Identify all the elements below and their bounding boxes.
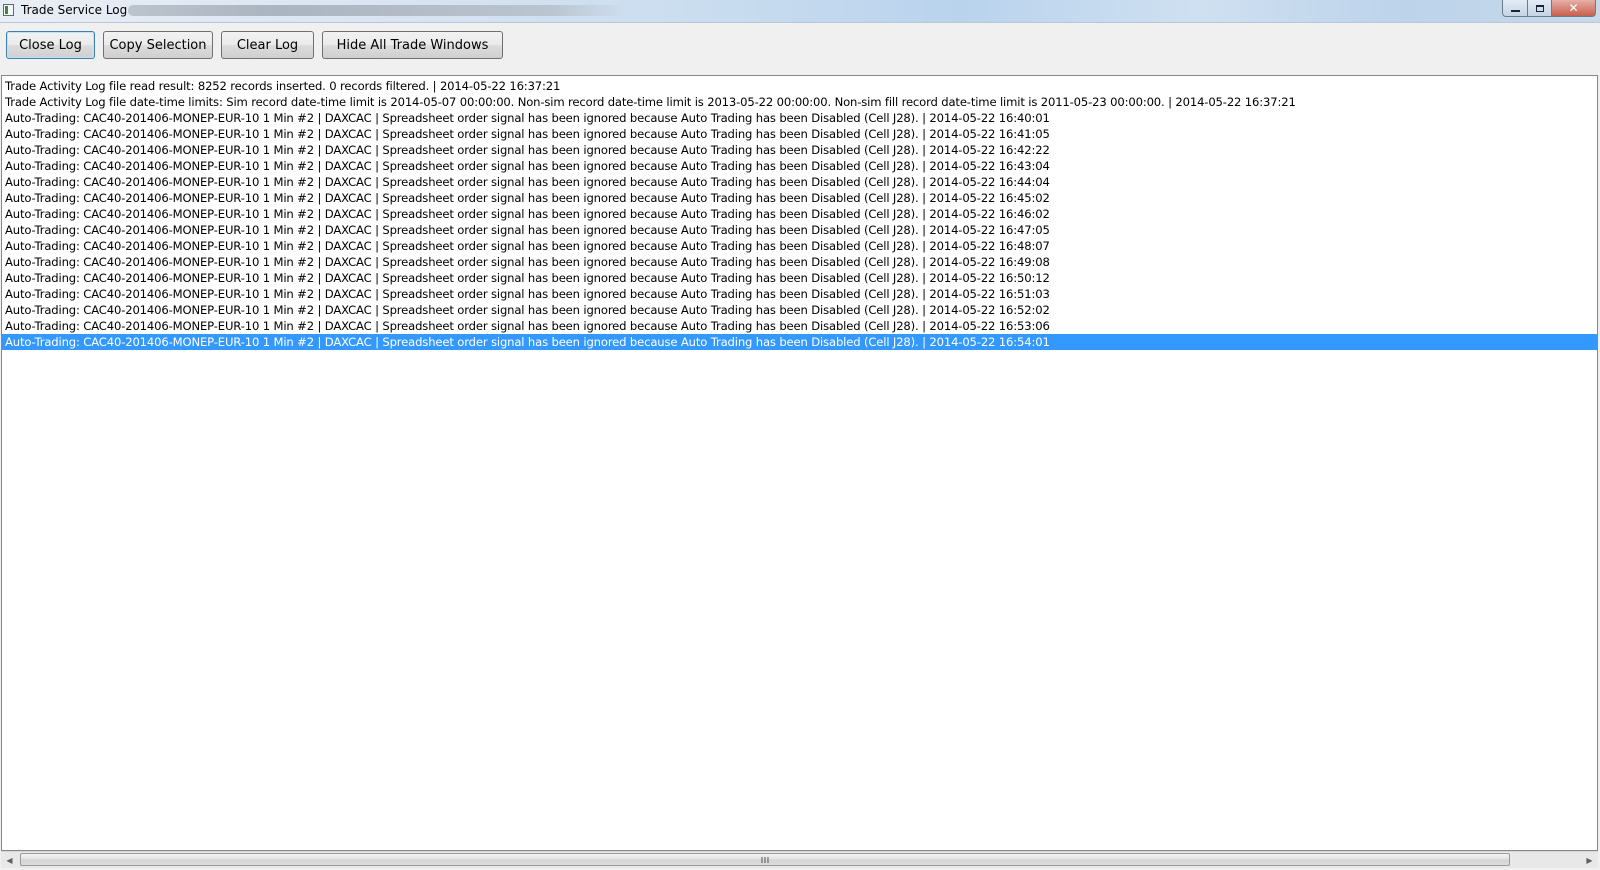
scroll-right-arrow-icon: ▶ (1586, 855, 1593, 865)
log-row[interactable]: Auto-Trading: CAC40-201406-MONEP-EUR-10 … (2, 110, 1597, 126)
log-row[interactable]: Auto-Trading: CAC40-201406-MONEP-EUR-10 … (2, 222, 1597, 238)
log-row[interactable]: Auto-Trading: CAC40-201406-MONEP-EUR-10 … (2, 254, 1597, 270)
toolbar: Close Log Copy Selection Clear Log Hide … (0, 23, 1600, 75)
close-window-button[interactable]: ✕ (1552, 0, 1596, 17)
scroll-left-button[interactable]: ◀ (1, 852, 18, 868)
close-icon: ✕ (1568, 1, 1579, 15)
maximize-button[interactable] (1528, 0, 1552, 17)
log-row[interactable]: Auto-Trading: CAC40-201406-MONEP-EUR-10 … (2, 158, 1597, 174)
log-row[interactable]: Auto-Trading: CAC40-201406-MONEP-EUR-10 … (2, 206, 1597, 222)
window-title: Trade Service Log (21, 3, 128, 17)
log-row[interactable]: Auto-Trading: CAC40-201406-MONEP-EUR-10 … (2, 286, 1597, 302)
log-row[interactable]: Auto-Trading: CAC40-201406-MONEP-EUR-10 … (2, 174, 1597, 190)
horizontal-scrollbar[interactable]: ◀ ▶ (1, 851, 1598, 868)
log-row[interactable]: Auto-Trading: CAC40-201406-MONEP-EUR-10 … (2, 238, 1597, 254)
log-rows: Trade Activity Log file read result: 825… (2, 78, 1597, 350)
clear-log-button[interactable]: Clear Log (221, 31, 314, 59)
log-row[interactable]: Auto-Trading: CAC40-201406-MONEP-EUR-10 … (2, 126, 1597, 142)
scrollbar-thumb[interactable] (20, 853, 1510, 866)
minimize-button[interactable] (1502, 0, 1528, 17)
maximize-icon (1535, 4, 1544, 12)
log-window-icon (3, 4, 14, 16)
minimize-icon (1510, 10, 1520, 12)
scroll-grip-icon (761, 857, 769, 863)
blurred-title-detail (128, 5, 628, 16)
log-row[interactable]: Auto-Trading: CAC40-201406-MONEP-EUR-10 … (2, 190, 1597, 206)
log-row[interactable]: Auto-Trading: CAC40-201406-MONEP-EUR-10 … (2, 142, 1597, 158)
title-bar[interactable]: Trade Service Log ✕ (0, 0, 1600, 23)
log-row[interactable]: Auto-Trading: CAC40-201406-MONEP-EUR-10 … (2, 270, 1597, 286)
trade-service-log-window: Trade Service Log ✕ Close Log Copy Selec… (0, 0, 1600, 870)
close-log-button[interactable]: Close Log (6, 31, 95, 59)
log-row[interactable]: Auto-Trading: CAC40-201406-MONEP-EUR-10 … (2, 302, 1597, 318)
hide-all-trade-windows-button[interactable]: Hide All Trade Windows (322, 31, 503, 59)
scroll-right-button[interactable]: ▶ (1581, 852, 1598, 868)
copy-selection-button[interactable]: Copy Selection (103, 31, 213, 59)
log-row[interactable]: Auto-Trading: CAC40-201406-MONEP-EUR-10 … (2, 318, 1597, 334)
log-listbox[interactable]: Trade Activity Log file read result: 825… (1, 75, 1598, 851)
log-row[interactable]: Trade Activity Log file date-time limits… (2, 94, 1597, 110)
log-row-selected[interactable]: Auto-Trading: CAC40-201406-MONEP-EUR-10 … (2, 334, 1597, 350)
log-row[interactable]: Trade Activity Log file read result: 825… (2, 78, 1597, 94)
window-controls: ✕ (1502, 0, 1596, 18)
scroll-left-arrow-icon: ◀ (6, 855, 13, 865)
